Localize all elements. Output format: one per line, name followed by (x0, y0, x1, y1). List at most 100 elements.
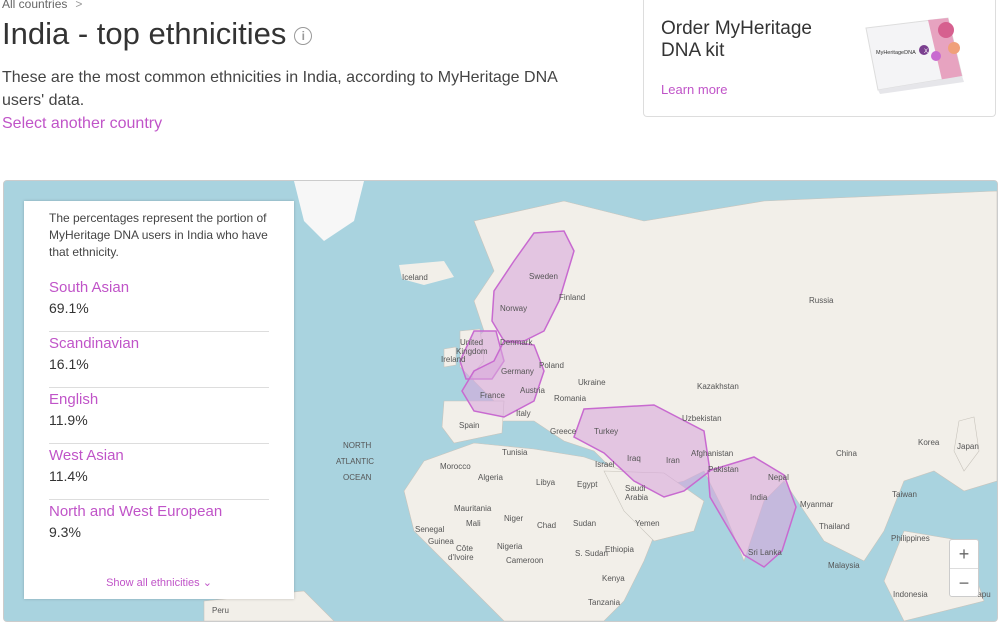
map-label: Morocco (440, 462, 471, 471)
map-label: Senegal (415, 525, 445, 534)
map-label: Ethiopia (605, 545, 634, 554)
map-label: Nepal (768, 473, 789, 482)
ethnicity-item[interactable]: West Asian 11.4% (49, 447, 269, 500)
map-label: Kenya (602, 574, 625, 583)
map-label: Sri Lanka (748, 548, 782, 557)
kit-label: MyHeritageDNA (876, 50, 916, 56)
ethnicity-percentage: 11.9% (49, 412, 88, 428)
map-label: Germany (501, 367, 534, 376)
map-label: OCEAN (343, 473, 372, 482)
ethnicity-name[interactable]: South Asian (49, 279, 269, 296)
map-label: Tanzania (588, 598, 621, 607)
map-label: Côte (456, 544, 473, 553)
map-label: Nigeria (497, 542, 523, 551)
page-description: These are the most common ethnicities in… (2, 69, 557, 109)
ethnicity-item[interactable]: English 11.9% (49, 391, 269, 444)
map-label: Tunisia (502, 448, 528, 457)
ethnicity-name[interactable]: Scandinavian (49, 335, 269, 352)
zoom-in-button[interactable]: + (950, 540, 978, 569)
chevron-down-icon: ⌄ (202, 577, 212, 589)
ethnicity-name[interactable]: North and West European (49, 503, 269, 520)
map-label: Peru (212, 606, 229, 615)
dna-kit-box-image: X MyHeritageDNA (865, 17, 964, 94)
map-label: Egypt (577, 480, 598, 489)
ethnicity-panel: The percentages represent the portion of… (24, 201, 294, 599)
map-label: Spain (459, 421, 479, 430)
breadcrumb-separator: > (75, 0, 83, 11)
map-label: Philippines (891, 534, 930, 543)
select-another-country-link[interactable]: Select another country (2, 115, 162, 133)
map-label: Norway (500, 304, 527, 313)
zoom-out-button[interactable]: − (950, 569, 978, 597)
map-label: Israel (595, 460, 615, 469)
map-label: Niger (504, 514, 523, 523)
map-label: Malaysia (828, 561, 860, 570)
page-title: India - top ethnicities (2, 16, 287, 51)
map-label: S. Sudan (575, 549, 608, 558)
map-label: Finland (559, 293, 585, 302)
map-label: Romania (554, 394, 587, 403)
ethnicity-percentage: 9.3% (49, 524, 81, 540)
map-label: Cameroon (506, 556, 543, 565)
ethnicity-name[interactable]: English (49, 391, 269, 408)
map-label: Japan (957, 442, 979, 451)
page-title-row: India - top ethnicities i (2, 16, 313, 52)
map-label: Kazakhstan (697, 382, 739, 391)
show-all-label[interactable]: Show all ethnicities (106, 577, 200, 589)
map-label: United (460, 338, 483, 347)
map-label: Thailand (819, 522, 850, 531)
map-label: Pakistan (708, 465, 739, 474)
map-label: Saudi (625, 484, 646, 493)
map-label: Chad (537, 521, 556, 530)
ethnicity-percentage: 69.1% (49, 300, 89, 316)
map-label: Turkey (594, 427, 618, 436)
ethnicity-item[interactable]: Scandinavian 16.1% (49, 335, 269, 388)
map-label: Algeria (478, 473, 503, 482)
map-label: Sudan (573, 519, 596, 528)
map-label: Austria (520, 386, 545, 395)
map-label: Libya (536, 478, 556, 487)
map-label: Mauritania (454, 504, 492, 513)
show-all-ethnicities-link[interactable]: Show all ethnicities ⌄ (24, 576, 294, 589)
map-label: Sweden (529, 272, 558, 281)
map-label: Italy (516, 409, 531, 418)
map-label: Russia (809, 296, 834, 305)
map-label: ATLANTIC (336, 457, 374, 466)
map-label: Guinea (428, 537, 454, 546)
map-label: Ukraine (578, 378, 606, 387)
ethnicity-map[interactable]: Iceland Sweden Finland Norway Russia Uni… (3, 180, 998, 622)
svg-text:X: X (924, 49, 928, 55)
promo-heading: Order MyHeritage DNA kit (661, 18, 812, 61)
breadcrumb-all-countries[interactable]: All countries (2, 0, 67, 11)
ethnicity-item[interactable]: South Asian 69.1% (49, 279, 269, 332)
panel-note: The percentages represent the portion of… (49, 211, 268, 259)
dna-kit-promo[interactable]: Order MyHeritage DNA kit Learn more X My… (643, 0, 996, 117)
map-label: Korea (918, 438, 940, 447)
map-label: Iran (666, 456, 680, 465)
map-label: Ireland (441, 355, 465, 364)
ethnicity-item[interactable]: North and West European 9.3% (49, 503, 269, 555)
map-label: NORTH (343, 441, 372, 450)
map-label: Arabia (625, 493, 649, 502)
map-label: Afghanistan (691, 449, 733, 458)
map-label: Mali (466, 519, 481, 528)
map-label: Greece (550, 427, 577, 436)
map-label: Iraq (627, 454, 641, 463)
ethnicity-percentage: 11.4% (49, 468, 88, 484)
breadcrumb[interactable]: All countries > (2, 0, 82, 11)
map-label: France (480, 391, 505, 400)
map-label: India (750, 493, 768, 502)
map-label: Indonesia (893, 590, 928, 599)
learn-more-link[interactable]: Learn more (661, 82, 727, 97)
ethnicity-name[interactable]: West Asian (49, 447, 269, 464)
map-label: China (836, 449, 857, 458)
map-label: Taiwan (892, 490, 917, 499)
map-label: Uzbekistan (682, 414, 722, 423)
map-label: Denmark (500, 338, 533, 347)
map-label: Myanmar (800, 500, 834, 509)
map-label: Iceland (402, 273, 428, 282)
map-label: Yemen (635, 519, 660, 528)
info-icon[interactable]: i (294, 27, 313, 45)
map-label: Poland (539, 361, 564, 370)
zoom-control: + − (949, 539, 979, 597)
